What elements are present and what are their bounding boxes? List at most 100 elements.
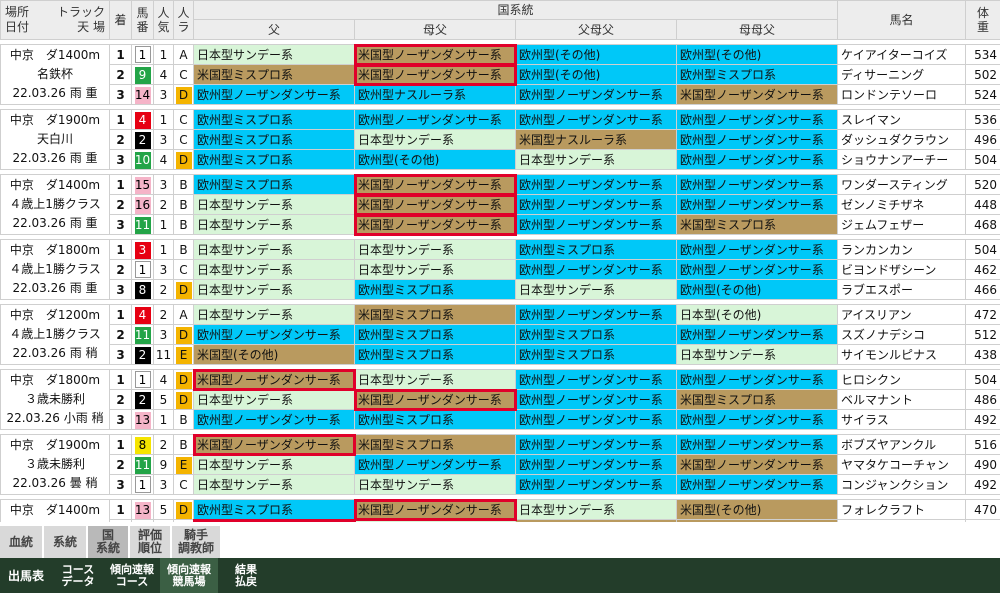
tab-1[interactable]: 系統 <box>44 526 86 558</box>
race-info[interactable]: 中京 ダ1400m ４歳上1勝クラス 22.03.26 雨 重 <box>0 174 110 235</box>
horse-name[interactable]: サイラス <box>837 409 967 430</box>
level-badge: C <box>175 261 192 279</box>
popularity-cell: 2 <box>153 194 174 215</box>
weight-cell: 490 <box>965 454 1000 475</box>
popularity-cell: 4 <box>153 64 174 85</box>
horse-name[interactable]: スズノナデシコ <box>837 324 967 345</box>
weight-cell: 492 <box>965 474 1000 495</box>
header-number: 馬 番 <box>131 0 154 40</box>
level-badge: E <box>175 346 192 364</box>
popularity-cell: 4 <box>153 149 174 170</box>
horse-name[interactable]: ベルマナント <box>837 389 967 410</box>
sire-sire-cell: 欧州型ミスプロ系 <box>515 324 677 345</box>
horse-name[interactable]: ロンドンテソーロ <box>837 84 967 105</box>
result-row[interactable]: 2 2 5 D 日本型サンデー系 米国型ノーザンダンサー系 欧州型ノーザンダンサー系 米国型ミ… <box>1 388 1000 411</box>
result-row[interactable]: 3 2 11 E 米国型(その他) 欧州型ミスプロ系 欧州型ミスプロ系 日本型サンデー系 サイモ… <box>1 344 1000 365</box>
number-cell: 4 <box>131 304 154 325</box>
race-info[interactable]: 中京 ダ1800m ４歳上1勝クラス 22.03.26 雨 重 <box>0 239 110 300</box>
level-badge: D <box>175 326 192 344</box>
horse-name[interactable]: ヒロシクン <box>837 369 967 390</box>
horse-name[interactable]: ビヨンドザシーン <box>837 259 967 280</box>
nav-item-4[interactable]: 結果 払戻 <box>218 558 274 593</box>
race-line2: ４歳上1勝クラス <box>9 197 101 211</box>
nav-item-1[interactable]: コース データ <box>52 558 104 593</box>
finish-cell: 1 <box>109 499 132 520</box>
nav-item-2[interactable]: 傾向速報 コース <box>104 558 160 593</box>
tab-3[interactable]: 評価 順位 <box>130 526 170 558</box>
post-badge: 13 <box>134 501 151 519</box>
sire-sire-cell: 欧州型ノーザンダンサー系 <box>515 474 677 495</box>
result-row[interactable]: 2 2 3 C 欧州型ミスプロ系 日本型サンデー系 米国型ナスルーラ系 欧州型ノーザンダンサー… <box>1 129 1000 150</box>
tab-2[interactable]: 国 系統 <box>88 526 128 558</box>
bms-bms-cell: 欧州型ノーザンダンサー系 <box>675 194 839 215</box>
horse-name[interactable]: ケイアイターコイズ <box>837 44 967 65</box>
bms-cell: 欧州型ナスルーラ系 <box>354 84 516 105</box>
horse-name[interactable]: ダッシュダクラウン <box>837 129 967 150</box>
result-row[interactable]: 2 16 2 B 日本型サンデー系 米国型ノーザンダンサー系 欧州型ノーザンダンサー系 欧州型… <box>1 193 1000 216</box>
result-row[interactable]: 3 11 1 B 日本型サンデー系 米国型ノーザンダンサー系 欧州型ノーザンダンサー系 米国型… <box>1 213 1000 236</box>
race-line1: 中京 ダ1900m <box>9 438 101 452</box>
result-row[interactable]: 2 1 3 C 日本型サンデー系 日本型サンデー系 欧州型ノーザンダンサー系 欧州型ノーザンダ… <box>1 259 1000 280</box>
race-line1: 中京 ダ1400m <box>9 178 101 192</box>
result-row[interactable]: 2 11 3 D 欧州型ノーザンダンサー系 欧州型ミスプロ系 欧州型ミスプロ系 欧州型ノーザン… <box>1 324 1000 345</box>
race-info[interactable]: 中京 ダ1800m ３歳未勝利 22.03.26 小雨 稍 <box>0 369 110 430</box>
result-row[interactable]: 中京 ダ1800m ３歳未勝利 22.03.26 小雨 稍 1 1 4 D 米国型ノーザンダン… <box>0 368 1000 430</box>
race-info[interactable]: 中京 ダ1900m ３歳未勝利 22.03.26 曇 稍 <box>0 434 110 495</box>
post-badge: 16 <box>134 196 151 214</box>
result-row[interactable]: 2 9 4 C 米国型ミスプロ系 米国型ノーザンダンサー系 欧州型(その他) 欧州型ミスプロ系… <box>1 63 1000 86</box>
nav-item-0[interactable]: 出馬表 <box>0 558 52 593</box>
number-cell: 10 <box>131 149 154 170</box>
finish-cell: 1 <box>109 369 132 390</box>
weight-cell: 468 <box>965 214 1000 235</box>
sire-sire-cell: 欧州型ノーザンダンサー系 <box>515 454 677 475</box>
weight-cell: 504 <box>965 369 1000 390</box>
tab-0[interactable]: 血統 <box>0 526 42 558</box>
bms-bms-cell: 欧州型ノーザンダンサー系 <box>675 434 839 455</box>
horse-name[interactable]: ワンダースティング <box>837 174 967 195</box>
horse-name[interactable]: ゼンノミチザネ <box>837 194 967 215</box>
race-info[interactable]: 中京 ダ1200m ４歳上1勝クラス 22.03.26 雨 稍 <box>0 304 110 365</box>
result-row[interactable]: 中京 ダ1900m 天白川 22.03.26 雨 重 1 4 1 C 欧州型ミスプロ系 欧州型ノ… <box>0 109 1000 170</box>
race-info[interactable]: 中京 ダ1400m 名鉄杯 22.03.26 雨 重 <box>0 44 110 105</box>
result-row[interactable]: 中京 ダ1400m ４歳上1勝クラス 22.03.26 雨 重 1 15 3 B 欧州型ミスプ… <box>0 173 1000 235</box>
horse-name[interactable]: アイスリアン <box>837 304 967 325</box>
result-row[interactable]: 2 11 9 E 日本型サンデー系 欧州型ノーザンダンサー系 欧州型ノーザンダンサー系 米国型… <box>1 454 1000 475</box>
result-row[interactable]: 3 10 4 D 欧州型ミスプロ系 欧州型(その他) 日本型サンデー系 欧州型ノーザンダンサー… <box>1 149 1000 170</box>
result-row[interactable]: 中京 ダ1800m ４歳上1勝クラス 22.03.26 雨 重 1 3 1 B 日本型サンデー… <box>0 239 1000 300</box>
horse-name[interactable]: ボブズヤアンクル <box>837 434 967 455</box>
race-line1: 中京 ダ1800m <box>9 243 101 257</box>
bms-cell: 米国型ミスプロ系 <box>354 304 516 325</box>
horse-name[interactable]: サイモンルピナス <box>837 344 967 365</box>
finish-cell: 3 <box>109 149 132 170</box>
nav-item-3[interactable]: 傾向速報 競馬場 <box>160 558 218 593</box>
sire-sire-cell: 欧州型ノーザンダンサー系 <box>515 409 677 430</box>
result-row[interactable]: 中京 ダ1400m３歳未勝利22.03.26 曇 稍1135D欧州型ミスプロ系米… <box>0 498 1000 560</box>
horse-name[interactable]: スレイマン <box>837 109 967 130</box>
result-row[interactable]: 3 8 2 D 日本型サンデー系 欧州型ミスプロ系 日本型サンデー系 欧州型(その他) ラブエス… <box>1 279 1000 300</box>
horse-name[interactable]: ランカンカン <box>837 239 967 260</box>
result-row[interactable]: 3 14 3 D 欧州型ノーザンダンサー系 欧州型ナスルーラ系 欧州型ノーザンダンサー系 米国… <box>1 84 1000 105</box>
result-row[interactable]: 3 13 1 B 欧州型ノーザンダンサー系 欧州型ミスプロ系 欧州型ノーザンダンサー系 欧州型… <box>1 409 1000 430</box>
horse-name[interactable]: ラブエスポー <box>837 279 967 300</box>
bms-cell: 日本型サンデー系 <box>354 474 516 495</box>
horse-name[interactable]: フォレクラフト <box>837 499 967 520</box>
horse-name[interactable]: ジェムフェザー <box>837 214 967 235</box>
horse-name[interactable]: ディサーニング <box>837 64 967 85</box>
horse-name[interactable]: ヤマタケコーチャン <box>837 454 967 475</box>
finish-cell: 2 <box>109 259 132 280</box>
result-row[interactable]: 中京 ダ1900m ３歳未勝利 22.03.26 曇 稍 1 8 2 B 米国型ノーザンダンサ… <box>0 433 1000 495</box>
result-row[interactable]: 中京 ダ1400m 名鉄杯 22.03.26 雨 重 1 1 1 A 日本型サンデー系 米国型ノ… <box>0 43 1000 105</box>
result-row[interactable]: 3 1 3 C 日本型サンデー系 日本型サンデー系 欧州型ノーザンダンサー系 欧州型ノーザンダ… <box>1 474 1000 495</box>
popularity-cell: 3 <box>153 129 174 150</box>
tab-4[interactable]: 騎手 調教師 <box>172 526 220 558</box>
race-info[interactable]: 中京 ダ1900m 天白川 22.03.26 雨 重 <box>0 109 110 170</box>
bms-bms-cell: 米国型ノーザンダンサー系 <box>675 84 839 105</box>
result-row[interactable]: 中京 ダ1200m ４歳上1勝クラス 22.03.26 雨 稍 1 4 2 A 日本型サンデー… <box>0 304 1000 365</box>
weight-cell: 512 <box>965 324 1000 345</box>
horse-name[interactable]: コンジャンクション <box>837 474 967 495</box>
popularity-cell: 3 <box>153 174 174 195</box>
horse-name[interactable]: ショウナンアーチー <box>837 149 967 170</box>
bms-cell: 欧州型(その他) <box>354 149 516 170</box>
sire-cell: 日本型サンデー系 <box>193 194 355 215</box>
level-cell: B <box>173 409 194 430</box>
